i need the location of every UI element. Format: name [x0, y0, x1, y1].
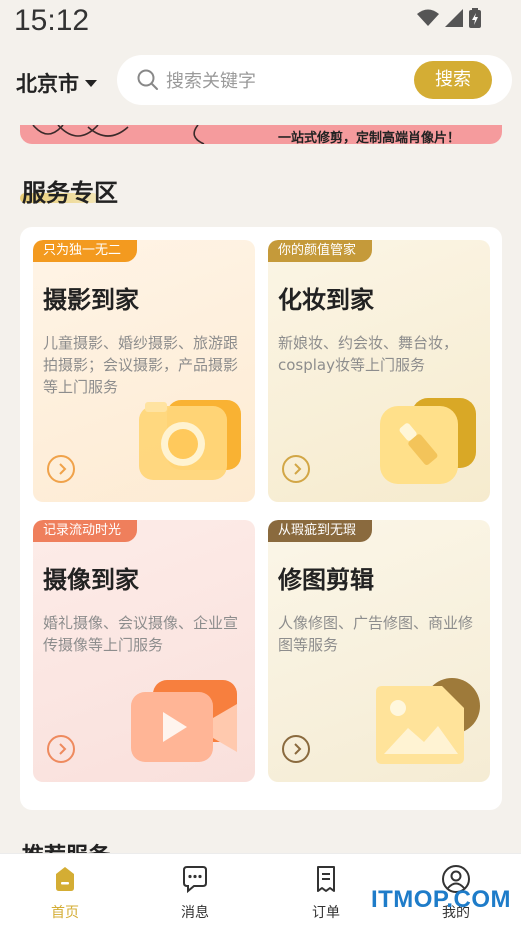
card-tag: 只为独一无二 [33, 240, 138, 262]
home-icon [56, 867, 74, 891]
card-title: 摄像到家 [43, 566, 139, 594]
camera-icon [139, 400, 241, 480]
search-icon [137, 69, 158, 90]
status-bar: 15:12 [0, 0, 521, 44]
search-input[interactable]: 搜索关键字 搜索 [117, 55, 512, 105]
caret-down-icon [85, 79, 97, 87]
video-camera-icon [131, 680, 237, 762]
arrow-right-icon[interactable] [47, 455, 75, 483]
city-selector[interactable]: 北京市 [16, 68, 97, 98]
card-title: 修图剪辑 [278, 566, 374, 594]
card-desc: 婚礼摄像、会议摄像、企业宣传摄像等上门服务 [43, 614, 239, 654]
banner-text: 一站式修剪，定制高端肖像片！ [277, 131, 460, 144]
tab-home[interactable]: 首页 [30, 864, 100, 922]
card-desc: 人像修图、广告修图、商业修图等服务 [278, 614, 474, 654]
city-label: 北京市 [16, 72, 79, 96]
order-icon [317, 866, 335, 892]
arrow-right-icon[interactable] [47, 735, 75, 763]
card-title: 摄影到家 [43, 286, 139, 314]
card-tag: 你的颜值管家 [268, 240, 373, 262]
tab-label: 订单 [312, 905, 340, 921]
battery-icon [469, 8, 481, 28]
service-card-photography[interactable]: 只为独一无二 摄影到家 儿童摄影、婚纱摄影、旅游跟拍摄影；会议摄影，产品摄影等上… [33, 240, 255, 502]
message-icon [183, 866, 207, 894]
arrow-right-icon[interactable] [282, 455, 310, 483]
search-button[interactable]: 搜索 [414, 61, 492, 99]
tab-messages[interactable]: 消息 [160, 864, 230, 922]
wifi-icon [417, 9, 439, 26]
services-panel: 只为独一无二 摄影到家 儿童摄影、婚纱摄影、旅游跟拍摄影；会议摄影，产品摄影等上… [20, 227, 502, 810]
card-tag: 记录流动时光 [33, 520, 138, 542]
watermark: ITMOP.COM [370, 886, 511, 913]
banner-decoration [32, 125, 205, 144]
tab-label: 消息 [181, 905, 209, 921]
tab-label: 首页 [51, 905, 79, 921]
service-card-makeup[interactable]: 你的颜值管家 化妆到家 新娘妆、约会妆、舞台妆，cosplay妆等上门服务 [268, 240, 490, 502]
card-desc: 儿童摄影、婚纱摄影、旅游跟拍摄影；会议摄影，产品摄影等上门服务 [43, 334, 239, 396]
section-title: 服务专区 [22, 179, 118, 207]
lipstick-icon [380, 398, 476, 484]
promo-banner[interactable]: 一站式修剪，定制高端肖像片！ [20, 125, 502, 144]
search-placeholder: 搜索关键字 [166, 71, 256, 92]
service-card-video[interactable]: 记录流动时光 摄像到家 婚礼摄像、会议摄像、企业宣传摄像等上门服务 [33, 520, 255, 782]
status-time: 15:12 [14, 4, 90, 37]
card-tag: 从瑕疵到无瑕 [268, 520, 373, 542]
service-card-retouch[interactable]: 从瑕疵到无瑕 修图剪辑 人像修图、广告修图、商业修图等服务 [268, 520, 490, 782]
signal-icon [445, 9, 463, 27]
status-icons [417, 8, 481, 28]
card-title: 化妆到家 [278, 286, 374, 314]
tab-orders[interactable]: 订单 [291, 864, 361, 922]
card-desc: 新娘妆、约会妆、舞台妆，cosplay妆等上门服务 [278, 334, 459, 374]
header: 北京市 搜索关键字 搜索 [0, 54, 521, 106]
image-icon [376, 678, 480, 764]
arrow-right-icon[interactable] [282, 735, 310, 763]
